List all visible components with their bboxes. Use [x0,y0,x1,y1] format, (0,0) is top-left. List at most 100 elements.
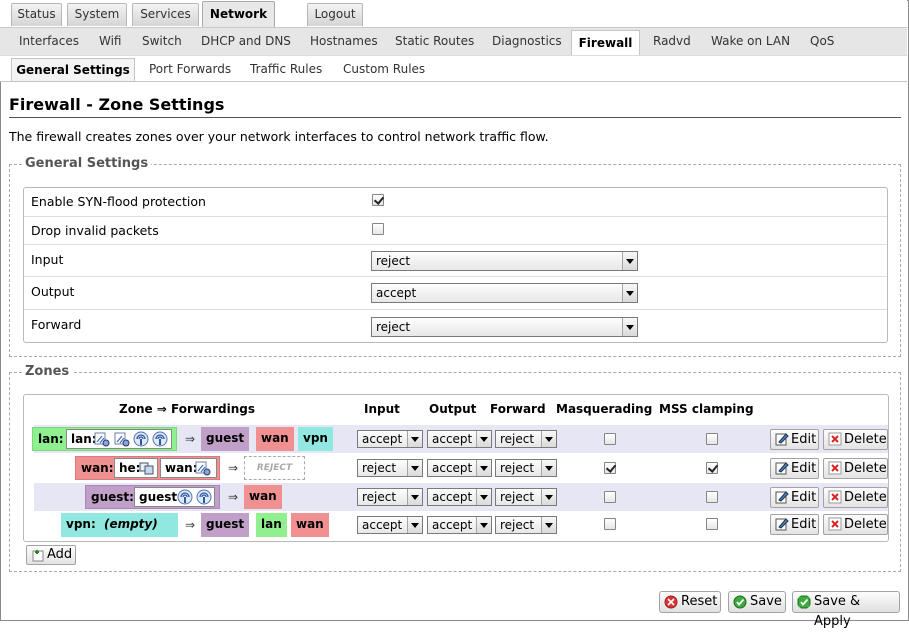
save-apply-button[interactable]: Save & Apply [792,591,900,629]
input-policy-row: Input reject [24,245,887,277]
zone-input-select[interactable]: accept [357,430,423,448]
zone-name: vpn: [66,517,96,531]
save-button[interactable]: Save [728,591,786,613]
fw-tab-general-settings[interactable]: General Settings [11,58,135,82]
chevron-down-icon [622,318,637,336]
syn-flood-checkbox[interactable] [372,194,384,206]
edit-button[interactable]: Edit [770,429,819,450]
edit-icon [775,433,789,446]
subtab-hostnames[interactable]: Hostnames [310,28,378,55]
edit-icon [775,491,789,504]
masquerading-checkbox[interactable] [604,491,616,503]
zone-output-select[interactable]: accept [427,459,492,477]
edit-button[interactable]: Edit [770,458,819,479]
add-icon [32,550,44,562]
delete-button[interactable]: Delete [823,487,888,508]
output-policy-row: Output accept [24,277,887,310]
select-value: accept [432,432,473,446]
mss-clamping-checkbox[interactable] [706,433,718,445]
fw-tab-traffic-rules[interactable]: Traffic Rules [250,56,322,82]
forward-target: vpn [298,427,333,451]
select-value: reject [500,518,535,532]
subtab-static-routes[interactable]: Static Routes [395,28,474,55]
subtab-qos[interactable]: QoS [810,28,834,55]
subtab-firewall[interactable]: Firewall [571,30,640,56]
zone-forward-select[interactable]: reject [495,516,557,534]
drop-invalid-checkbox[interactable] [372,223,384,235]
edit-icon [775,518,789,531]
select-value: accept [432,461,473,475]
subtab-radvd[interactable]: Radvd [653,28,691,55]
forward-policy-label: Forward [31,317,82,332]
forward-arrow: ⇒ [185,518,196,532]
masquerading-checkbox[interactable] [604,518,616,530]
wifi-icon [177,489,193,505]
delete-icon [828,490,842,504]
interface-label: wan: [165,461,198,475]
zone-output-select[interactable]: accept [427,430,492,448]
zone-output-select[interactable]: accept [427,516,492,534]
mss-clamping-checkbox[interactable] [706,491,718,503]
save-apply-icon [797,595,811,609]
fw-tab-port-forwards[interactable]: Port Forwards [149,56,231,82]
mss-clamping-checkbox[interactable] [706,462,718,474]
edit-button[interactable]: Edit [770,514,819,535]
zone-name: wan: [81,461,114,475]
forward-arrow: ⇒ [228,490,239,504]
select-value: accept [362,432,403,446]
forward-arrow: ⇒ [228,461,239,475]
zone-forward-select[interactable]: reject [495,488,557,506]
zone-wan-interface-he: he: [114,458,158,478]
edit-label: Edit [791,461,817,476]
edit-label: Edit [791,490,817,505]
zone-wan-interface-wan: wan: [160,458,217,478]
output-policy-label: Output [31,284,75,299]
zone-input-select[interactable]: reject [357,459,423,477]
chevron-down-icon [622,252,637,270]
delete-button[interactable]: Delete [823,514,888,535]
page-title: Firewall - Zone Settings [9,95,225,114]
zone-forward-select[interactable]: reject [495,430,557,448]
zone-output-select[interactable]: accept [427,488,492,506]
delete-icon [828,461,842,475]
subtab-dhcp-dns[interactable]: DHCP and DNS [201,28,291,55]
chevron-down-icon [541,517,556,533]
general-settings-table: Enable SYN-flood protection Drop invalid… [23,187,888,343]
masquerading-checkbox[interactable] [604,462,616,474]
subtab-diagnostics[interactable]: Diagnostics [492,28,562,55]
reset-button[interactable]: Reset [659,591,721,613]
zone-row-wan: wan: he: wan: ⇒ REJECT reject accept rej… [34,454,888,482]
tab-system[interactable]: System [67,3,127,26]
chevron-down-icon [407,431,422,447]
edit-label: Edit [791,432,817,447]
tab-logout[interactable]: Logout [307,3,363,26]
forward-policy-value: reject [376,320,411,334]
masquerading-checkbox[interactable] [604,433,616,445]
subtab-switch[interactable]: Switch [142,28,182,55]
tab-status[interactable]: Status [11,3,62,26]
syn-flood-label: Enable SYN-flood protection [31,194,206,209]
delete-icon [828,517,842,531]
delete-button[interactable]: Delete [823,458,888,479]
subtab-interfaces[interactable]: Interfaces [19,28,79,55]
subtab-wifi[interactable]: Wifi [99,28,122,55]
add-zone-button[interactable]: Add [26,545,76,565]
forward-policy-select[interactable]: reject [371,317,638,337]
tab-network[interactable]: Network [202,1,275,27]
zone-forward-select[interactable]: reject [495,459,557,477]
output-policy-select[interactable]: accept [371,283,638,303]
fw-tab-custom-rules[interactable]: Custom Rules [343,56,425,82]
input-policy-select[interactable]: reject [371,251,638,271]
network-submenu: Interfaces Wifi Switch DHCP and DNS Host… [0,27,907,56]
zone-input-select[interactable]: reject [357,488,423,506]
page-description: The firewall creates zones over your net… [9,129,549,144]
select-value: reject [500,432,535,446]
subtab-wake-on-lan[interactable]: Wake on LAN [711,28,790,55]
select-value: reject [500,490,535,504]
delete-button[interactable]: Delete [823,429,888,450]
tab-services[interactable]: Services [132,3,199,26]
mss-clamping-checkbox[interactable] [706,518,718,530]
zone-vpn: vpn: (empty) [61,513,178,537]
edit-button[interactable]: Edit [770,487,819,508]
zone-input-select[interactable]: accept [357,516,423,534]
